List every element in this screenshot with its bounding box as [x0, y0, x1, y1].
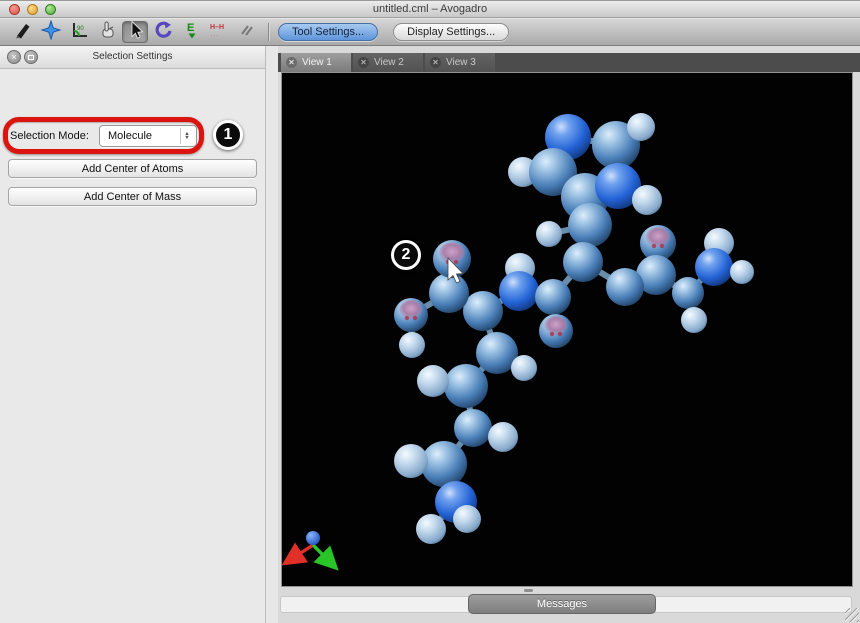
axis-y-arrow	[313, 545, 329, 561]
messages-button[interactable]: Messages	[468, 594, 656, 614]
add-center-of-atoms-button[interactable]: Add Center of Atoms	[8, 159, 257, 178]
svg-text:H–H: H–H	[210, 24, 224, 31]
svg-text:. . .: . . .	[211, 32, 218, 38]
tab-label: View 2	[374, 57, 404, 68]
gl-viewport[interactable]: 2	[281, 72, 853, 587]
view-tabbar: ✕ View 1 ✕ View 2 ✕ View 3	[278, 53, 860, 72]
align-tool-button[interactable]	[234, 21, 260, 43]
svg-text:E: E	[187, 22, 194, 34]
draw-tool-button[interactable]	[10, 21, 36, 43]
cursor-arrow-icon	[124, 20, 146, 45]
bond-centric-tool-button[interactable]: 90	[66, 21, 92, 43]
panel-title: Selection Settings	[0, 51, 265, 62]
selection-tool-button[interactable]	[122, 21, 148, 43]
molecule-render	[282, 73, 852, 586]
tab-label: View 3	[446, 57, 476, 68]
h-h-distance-icon: H–H. . .	[208, 20, 230, 45]
tool-settings-button[interactable]: Tool Settings...	[278, 23, 378, 41]
tab-view-2[interactable]: ✕ View 2	[353, 53, 423, 72]
toolbar-separator	[268, 23, 269, 41]
hand-icon	[96, 20, 118, 45]
view-area: ✕ View 1 ✕ View 2 ✕ View 3	[278, 46, 860, 623]
resize-grip[interactable]	[845, 608, 859, 622]
selection-settings-panel: × Selection Settings Selection Mode: Mol…	[0, 46, 266, 623]
panel-header: × Selection Settings	[0, 46, 265, 69]
navigate-tool-button[interactable]	[38, 21, 64, 43]
pencil-icon	[12, 20, 34, 45]
toolbar: 90 E H–H. . .	[0, 19, 860, 46]
window-title: untitled.cml – Avogadro	[0, 3, 860, 15]
avogadro-window: untitled.cml – Avogadro 90	[0, 0, 860, 623]
angle-90-icon: 90	[68, 20, 90, 45]
display-settings-button[interactable]: Display Settings...	[393, 23, 509, 41]
measure-tool-button[interactable]: H–H. . .	[206, 21, 232, 43]
diagonal-lines-icon	[236, 20, 258, 45]
star-compass-icon	[40, 20, 62, 45]
auto-rotate-tool-button[interactable]	[150, 21, 176, 43]
rotate-arrow-icon	[152, 20, 174, 45]
axis-x-arrow	[293, 545, 313, 558]
tab-label: View 1	[302, 57, 332, 68]
letter-e-down-icon: E	[180, 20, 202, 45]
auto-optimize-tool-button[interactable]: E	[178, 21, 204, 43]
tab-close-icon[interactable]: ✕	[358, 57, 369, 68]
svg-text:90: 90	[77, 26, 84, 32]
splitter-handle[interactable]	[524, 589, 533, 592]
callout-badge-2: 2	[391, 240, 421, 270]
titlebar: untitled.cml – Avogadro	[0, 0, 860, 18]
manipulate-tool-button[interactable]	[94, 21, 120, 43]
tab-view-3[interactable]: ✕ View 3	[425, 53, 495, 72]
tab-close-icon[interactable]: ✕	[286, 57, 297, 68]
atoms	[394, 113, 754, 544]
callout-badge-1: 1	[213, 120, 243, 150]
add-center-of-mass-button[interactable]: Add Center of Mass	[8, 187, 257, 206]
callout-highlight-ring	[3, 117, 204, 154]
axis-gizmo	[293, 531, 329, 561]
tab-view-1[interactable]: ✕ View 1	[281, 53, 351, 72]
axis-z-sphere	[306, 531, 320, 545]
tab-close-icon[interactable]: ✕	[430, 57, 441, 68]
